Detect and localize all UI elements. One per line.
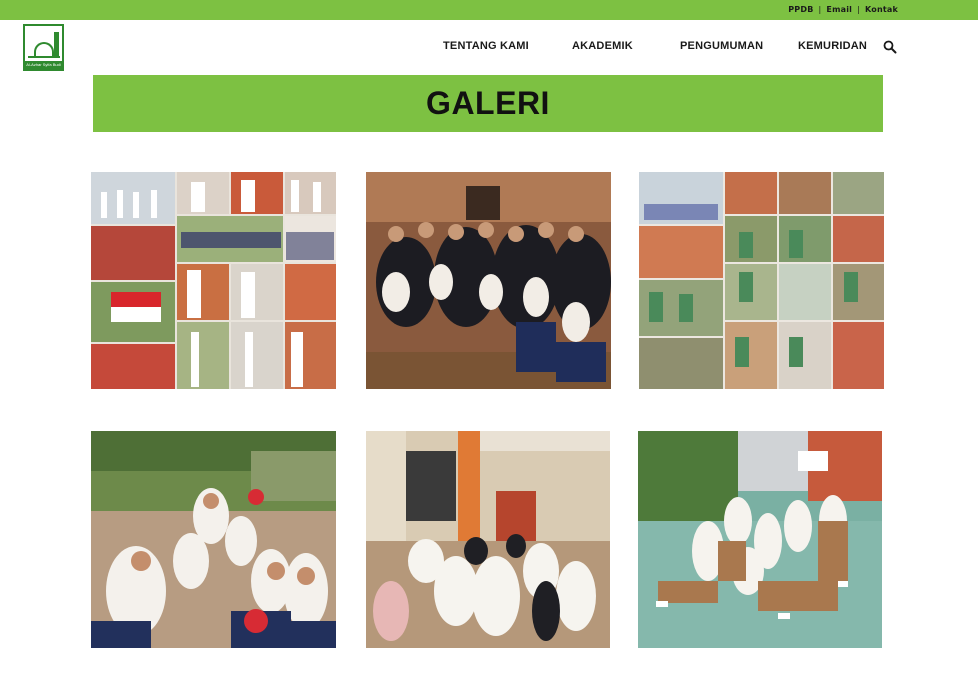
nav-item-kemuridan[interactable]: KEMURIDAN xyxy=(798,40,867,52)
gallery-photo-sitting-group[interactable] xyxy=(366,431,610,648)
top-bar: PPDB | Email | Kontak xyxy=(0,0,978,20)
logo-caption: Al-Azhar Syifa Budi xyxy=(25,61,62,69)
gallery-photo-posing-group[interactable] xyxy=(91,431,336,648)
collage-image xyxy=(91,172,336,389)
nav-item-pengumuman[interactable]: PENGUMUMAN xyxy=(680,40,763,52)
gallery-photo-graduation[interactable] xyxy=(366,172,611,389)
page-title-banner: GALERI xyxy=(93,75,883,132)
logo-base xyxy=(28,56,60,58)
page-title: GALERI xyxy=(426,85,550,121)
top-link-ppdb[interactable]: PPDB xyxy=(788,5,813,14)
top-links: PPDB | Email | Kontak xyxy=(788,5,898,14)
gallery-photo-courtyard-group[interactable] xyxy=(638,431,882,648)
site-header: Al-Azhar Syifa Budi TENTANG KAMI AKADEMI… xyxy=(0,20,978,74)
main-nav: TENTANG KAMI AKADEMIK PENGUMUMAN KEMURID… xyxy=(0,40,978,54)
gallery-photo-packages-collage[interactable] xyxy=(639,172,884,389)
nav-item-tentang-kami[interactable]: TENTANG KAMI xyxy=(443,40,529,52)
gallery-photo-ceremony-collage[interactable] xyxy=(91,172,336,389)
courtyard-group-image xyxy=(638,431,882,648)
nav-item-akademik[interactable]: AKADEMIK xyxy=(572,40,633,52)
packages-collage-image xyxy=(639,172,884,389)
top-link-separator: | xyxy=(818,5,822,14)
sitting-group-image xyxy=(366,431,610,648)
top-link-email[interactable]: Email xyxy=(826,5,852,14)
posing-group-image xyxy=(91,431,336,648)
search-icon[interactable] xyxy=(883,40,897,54)
graduation-image xyxy=(366,172,611,389)
top-link-kontak[interactable]: Kontak xyxy=(865,5,898,14)
top-link-separator: | xyxy=(857,5,860,14)
